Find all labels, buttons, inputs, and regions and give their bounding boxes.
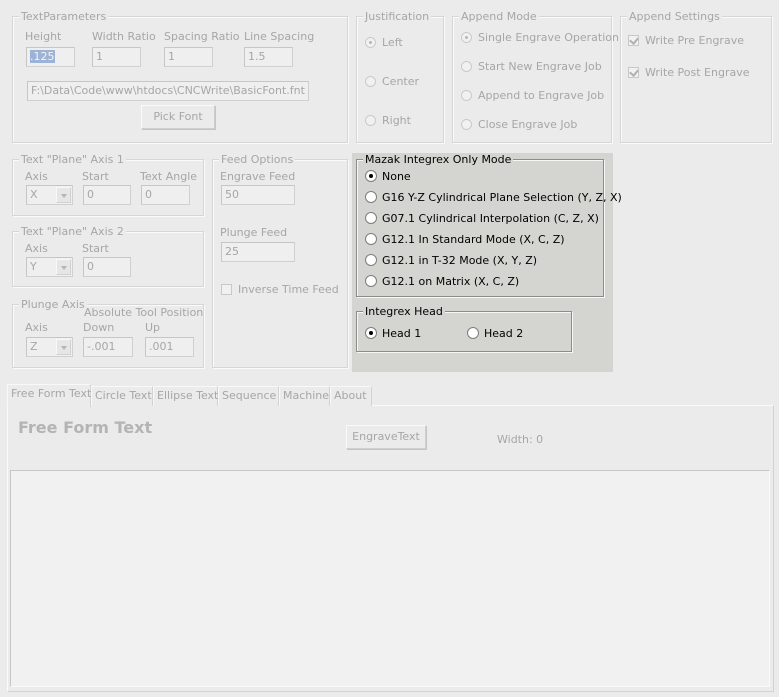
axis2-legend: Text "Plane" Axis 2 (19, 225, 126, 238)
axis1-legend: Text "Plane" Axis 1 (19, 153, 126, 166)
write-post-engrave-checkbox[interactable]: Write Post Engrave (628, 66, 750, 80)
plunge-up-label: Up (145, 321, 161, 334)
radio-indicator (365, 76, 376, 87)
radio-indicator (365, 170, 377, 182)
append-close-radio[interactable]: Close Engrave Job (461, 118, 577, 132)
radio-indicator (467, 327, 479, 339)
head2-radio[interactable]: Head 2 (467, 327, 523, 341)
checkbox-indicator (628, 35, 639, 46)
chevron-down-icon (56, 187, 71, 203)
plunge-axis-select[interactable]: Z (26, 337, 73, 357)
plunge-axis-label: Axis (25, 321, 48, 334)
plunge-down-label: Down (83, 321, 115, 334)
radio-indicator (365, 233, 377, 245)
mazak-mode-legend: Mazak Integrex Only Mode (363, 153, 514, 166)
append-settings-legend: Append Settings (627, 10, 722, 23)
engrave-text-button[interactable]: EngraveText (346, 425, 426, 449)
justify-left-radio[interactable]: Left (365, 36, 403, 50)
height-label: Height (25, 30, 62, 43)
engrave-feed-label: Engrave Feed (220, 170, 296, 183)
justify-center-radio[interactable]: Center (365, 75, 419, 89)
plunge-up-input[interactable]: .001 (145, 337, 194, 357)
feed-options-legend: Feed Options (219, 153, 296, 166)
axis1-angle-label: Text Angle (140, 170, 198, 183)
integrex-head-legend: Integrex Head (363, 305, 445, 318)
spacing-ratio-label: Spacing Ratio (164, 30, 240, 43)
radio-indicator (365, 254, 377, 266)
radio-indicator (365, 212, 377, 224)
radio-indicator (461, 61, 472, 72)
axis1-angle-input[interactable]: 0 (141, 185, 190, 205)
radio-indicator (461, 119, 472, 130)
text-parameters-legend: TextParameters (19, 10, 109, 23)
axis1-axis-select[interactable]: X (26, 185, 73, 205)
line-spacing-label: Line Spacing (244, 30, 315, 43)
plunge-feed-input[interactable]: 25 (221, 242, 295, 262)
axis2-axis-select[interactable]: Y (26, 257, 73, 277)
radio-indicator (461, 90, 472, 101)
tab-sequence[interactable]: Sequence (218, 386, 279, 406)
spacing-ratio-input[interactable]: 1 (164, 47, 213, 67)
checkbox-indicator (628, 67, 639, 78)
mazak-none-radio[interactable]: None (365, 170, 411, 184)
axis2-start-label: Start (82, 242, 109, 255)
font-path-input[interactable]: F:\Data\Code\www\htdocs\CNCWrite\BasicFo… (27, 81, 309, 101)
axis1-start-label: Start (82, 170, 109, 183)
width-ratio-input[interactable]: 1 (92, 47, 141, 67)
radio-indicator (461, 32, 472, 43)
mazak-g16-radio[interactable]: G16 Y-Z Cylindrical Plane Selection (Y, … (365, 191, 622, 205)
axis2-start-input[interactable]: 0 (83, 257, 131, 277)
append-to-job-radio[interactable]: Append to Engrave Job (461, 89, 604, 103)
chevron-down-icon (56, 339, 71, 355)
mazak-g12-standard-radio[interactable]: G12.1 In Standard Mode (X, C, Z) (365, 233, 565, 247)
axis1-axis-label: Axis (25, 170, 48, 183)
tab-machine[interactable]: Machine (279, 386, 330, 406)
plunge-axis-legend: Plunge Axis (19, 298, 87, 311)
checkbox-indicator (221, 284, 232, 295)
radio-indicator (365, 191, 377, 203)
radio-indicator (365, 37, 376, 48)
chevron-down-icon (56, 259, 71, 275)
append-start-new-radio[interactable]: Start New Engrave Job (461, 60, 602, 74)
inverse-time-feed-checkbox[interactable]: Inverse Time Feed (221, 283, 339, 297)
justification-legend: Justification (363, 10, 432, 23)
width-readout: Width: 0 (497, 433, 544, 446)
axis2-axis-label: Axis (25, 242, 48, 255)
radio-indicator (365, 115, 376, 126)
width-ratio-label: Width Ratio (92, 30, 156, 43)
radio-indicator (365, 275, 377, 287)
line-spacing-input[interactable]: 1.5 (244, 47, 293, 67)
radio-indicator (365, 327, 377, 339)
append-single-radio[interactable]: Single Engrave Operation (461, 31, 619, 45)
mazak-g12-t32-radio[interactable]: G12.1 in T-32 Mode (X, Y, Z) (365, 254, 537, 268)
tab-free-form-text[interactable]: Free Form Text (7, 384, 91, 407)
free-form-title: Free Form Text (18, 418, 153, 437)
write-pre-engrave-checkbox[interactable]: Write Pre Engrave (628, 34, 744, 48)
tab-circle-text[interactable]: Circle Text (91, 386, 153, 406)
plunge-down-input[interactable]: -.001 (83, 337, 133, 357)
mazak-g12-matrix-radio[interactable]: G12.1 on Matrix (X, C, Z) (365, 275, 519, 289)
height-input[interactable]: .125 (26, 47, 75, 67)
absolute-tool-position-label: Absolute Tool Position (84, 306, 204, 319)
head1-radio[interactable]: Head 1 (365, 327, 421, 341)
free-form-text-area[interactable] (10, 470, 770, 687)
plunge-feed-label: Plunge Feed (220, 226, 288, 239)
axis1-start-input[interactable]: 0 (83, 185, 131, 205)
tab-ellipse-text[interactable]: Ellipse Text (153, 386, 218, 406)
mazak-g07-radio[interactable]: G07.1 Cylindrical Interpolation (C, Z, X… (365, 212, 599, 226)
tab-about[interactable]: About (330, 386, 372, 406)
pick-font-button[interactable]: Pick Font (141, 105, 215, 129)
append-mode-legend: Append Mode (459, 10, 539, 23)
engrave-feed-input[interactable]: 50 (221, 185, 295, 205)
justify-right-radio[interactable]: Right (365, 114, 411, 128)
